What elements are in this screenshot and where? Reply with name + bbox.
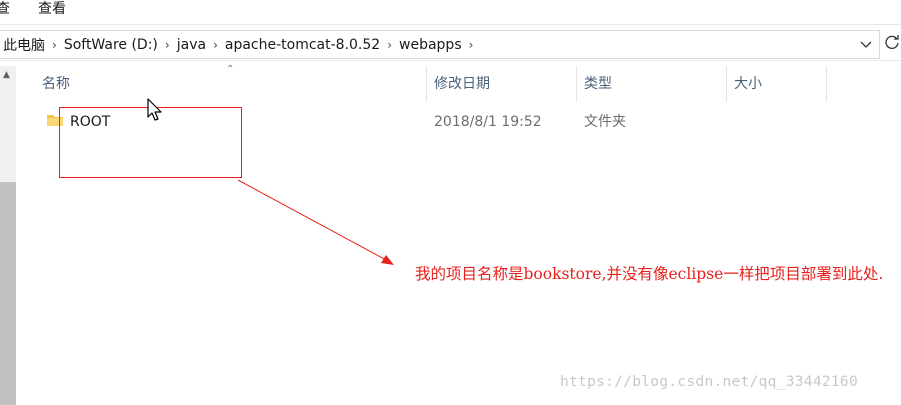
column-divider[interactable] xyxy=(576,66,577,102)
scroll-up-arrow-icon[interactable]: ▲ xyxy=(3,70,10,80)
refresh-icon[interactable] xyxy=(884,34,901,56)
menu-item-partial[interactable]: 查 xyxy=(0,0,10,18)
chevron-right-icon[interactable]: › xyxy=(209,38,222,52)
scrollbar-thumb[interactable] xyxy=(0,182,16,405)
sort-ascending-icon: ⌃ xyxy=(226,64,235,75)
watermark-url: https://blog.csdn.net/qq_33442160 xyxy=(560,374,858,390)
column-header-modified[interactable]: 修改日期 xyxy=(434,66,490,102)
menu-item-view[interactable]: 查看 xyxy=(38,0,66,18)
vertical-scrollbar[interactable]: ▲ xyxy=(0,66,16,405)
annotation-note: 我的项目名称是bookstore,并没有像eclipse一样把项目部署到此处. xyxy=(415,265,884,283)
chevron-right-icon[interactable]: › xyxy=(383,38,396,52)
breadcrumb-java[interactable]: java xyxy=(174,37,209,53)
menu-bar: 查 查看 xyxy=(0,0,901,25)
column-divider[interactable] xyxy=(426,66,427,102)
address-bar: 此电脑 › SoftWare (D:) › java › apache-tomc… xyxy=(0,30,901,61)
column-header-size[interactable]: 大小 xyxy=(734,66,762,102)
file-modified-date: 2018/8/1 19:52 xyxy=(434,114,542,130)
file-type: 文件夹 xyxy=(584,114,626,130)
chevron-right-icon[interactable]: › xyxy=(161,38,174,52)
chevron-right-icon[interactable]: › xyxy=(48,38,61,52)
column-divider[interactable] xyxy=(726,66,727,102)
mouse-cursor-icon xyxy=(146,97,164,127)
chevron-down-icon[interactable] xyxy=(853,31,879,58)
breadcrumb-this-pc[interactable]: 此电脑 xyxy=(0,35,48,55)
column-header-name[interactable]: 名称 xyxy=(42,66,70,102)
breadcrumb-webapps[interactable]: webapps xyxy=(396,37,465,53)
chevron-right-icon[interactable]: › xyxy=(465,38,478,52)
breadcrumb-drive[interactable]: SoftWare (D:) xyxy=(61,37,161,53)
breadcrumb-tomcat[interactable]: apache-tomcat-8.0.52 xyxy=(222,37,383,53)
column-header-type[interactable]: 类型 xyxy=(584,66,612,102)
breadcrumb[interactable]: 此电脑 › SoftWare (D:) › java › apache-tomc… xyxy=(0,30,880,59)
column-divider[interactable] xyxy=(826,66,827,102)
